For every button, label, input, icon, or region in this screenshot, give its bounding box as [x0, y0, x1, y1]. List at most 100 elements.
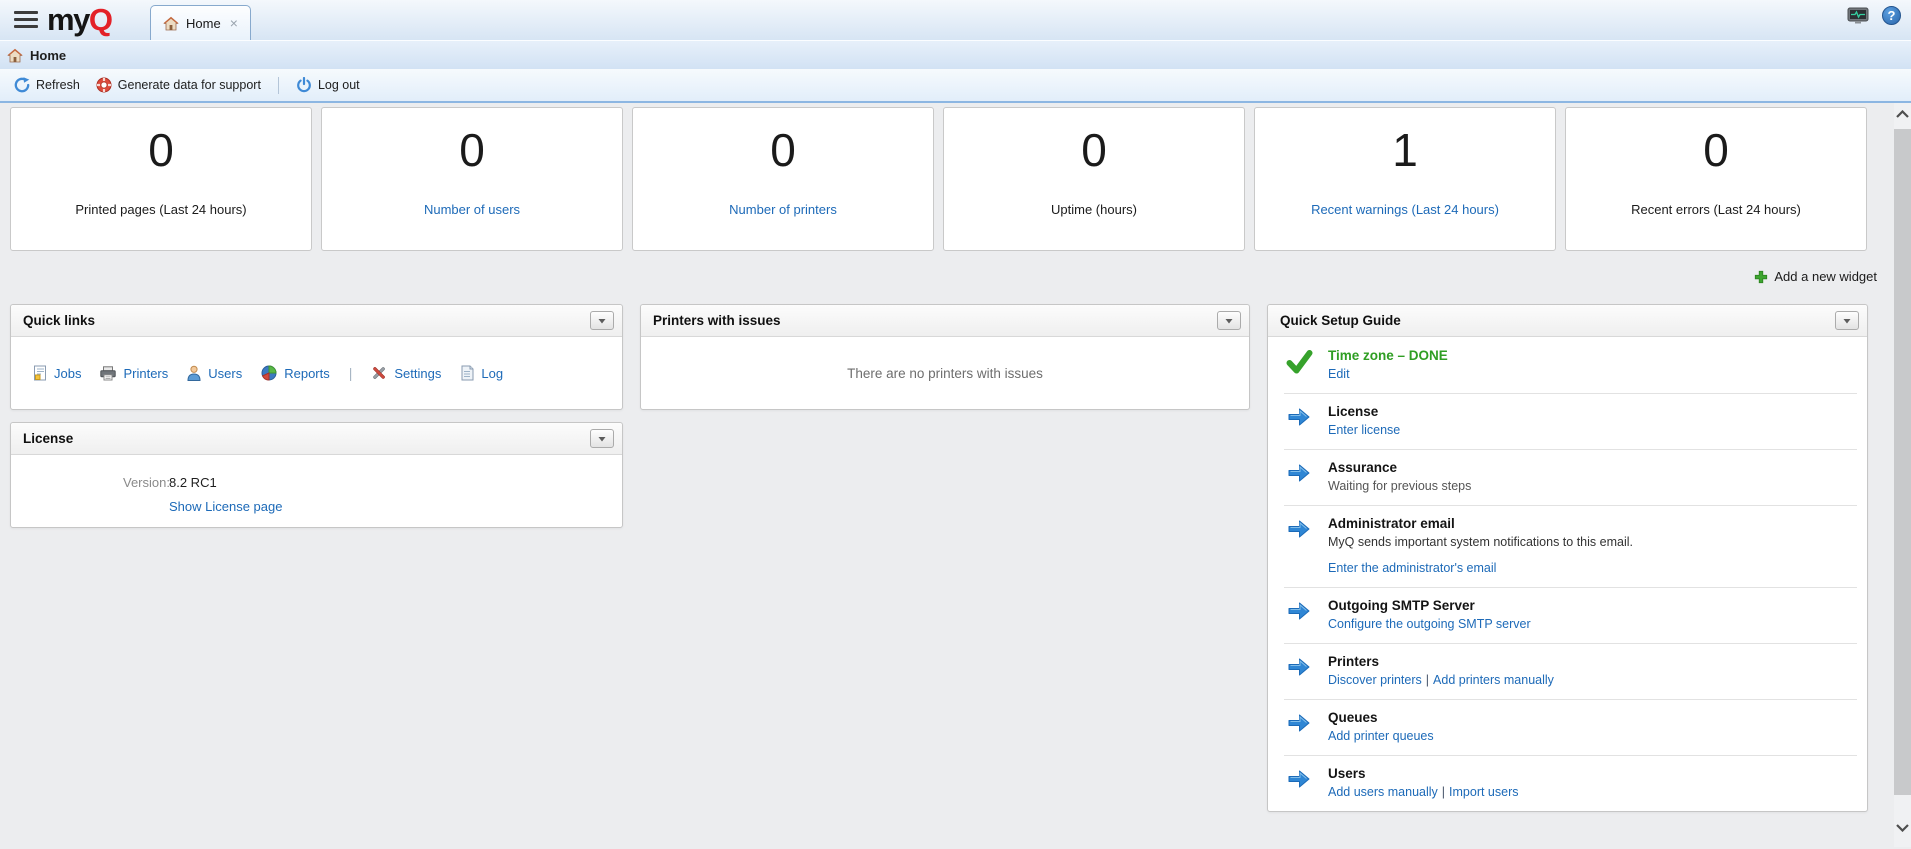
setup-step-admin-email: Administrator email MyQ sends important … — [1268, 505, 1867, 587]
setup-step-queues: Queues Add printer queues — [1268, 699, 1867, 755]
widget-menu-button[interactable] — [1217, 311, 1241, 330]
stat-card-uptime: 0 Uptime (hours) — [943, 107, 1245, 251]
arrow-icon — [1284, 406, 1314, 439]
stat-card-printed-pages: 0 Printed pages (Last 24 hours) — [10, 107, 312, 251]
printers-with-issues-widget: Printers with issues There are no printe… — [640, 304, 1250, 410]
show-license-page-link[interactable]: Show License page — [169, 499, 282, 514]
power-icon — [296, 77, 312, 93]
quick-link-label: Users — [208, 366, 242, 381]
quick-link-settings[interactable]: Settings — [371, 365, 441, 381]
dashboard-content: 0 Printed pages (Last 24 hours) 0 Number… — [0, 103, 1911, 847]
setup-step-note: Waiting for previous steps — [1328, 478, 1471, 495]
scroll-down-icon[interactable] — [1894, 824, 1911, 832]
logout-button[interactable]: Log out — [288, 73, 368, 97]
setup-step-time-zone: Time zone – DONE Edit — [1268, 337, 1867, 393]
discover-printers-link[interactable]: Discover printers — [1328, 673, 1422, 687]
setup-step-assurance: Assurance Waiting for previous steps — [1268, 449, 1867, 505]
myq-logo: myQ — [47, 1, 111, 39]
stat-link[interactable]: Number of users — [424, 202, 520, 217]
refresh-label: Refresh — [36, 78, 80, 92]
configure-smtp-link[interactable]: Configure the outgoing SMTP server — [1328, 617, 1531, 631]
widget-menu-button[interactable] — [590, 429, 614, 448]
setup-step-description: MyQ sends important system notifications… — [1328, 534, 1633, 551]
tab-close-icon[interactable]: × — [228, 15, 240, 31]
arrow-icon — [1284, 600, 1314, 633]
stat-card-recent-errors: 0 Recent errors (Last 24 hours) — [1565, 107, 1867, 251]
help-icon[interactable]: ? — [1882, 6, 1901, 25]
tab-home[interactable]: Home × — [150, 5, 251, 40]
edit-timezone-link[interactable]: Edit — [1328, 367, 1350, 381]
printer-icon — [100, 366, 116, 381]
stat-value: 1 — [1392, 122, 1418, 178]
add-printer-queues-link[interactable]: Add printer queues — [1328, 729, 1434, 743]
add-users-manually-link[interactable]: Add users manually — [1328, 785, 1438, 799]
setup-step-title: Assurance — [1328, 459, 1471, 476]
setup-step-license: License Enter license — [1268, 393, 1867, 449]
version-label: Version: — [123, 475, 170, 490]
setup-step-title: Administrator email — [1328, 515, 1633, 532]
quick-link-reports[interactable]: Reports — [261, 365, 330, 381]
enter-admin-email-link[interactable]: Enter the administrator's email — [1328, 561, 1496, 575]
logo-text-q: Q — [89, 2, 112, 37]
quick-link-printers[interactable]: Printers — [100, 366, 168, 381]
arrow-icon — [1284, 656, 1314, 689]
widgets-row: Quick links Jobs — [0, 304, 1911, 812]
widget-title: License — [23, 431, 73, 446]
quick-links-separator: | — [349, 365, 353, 381]
scrollbar-thumb[interactable] — [1894, 129, 1911, 795]
widget-menu-button[interactable] — [590, 311, 614, 330]
widget-title: Quick Setup Guide — [1280, 313, 1401, 328]
enter-license-link[interactable]: Enter license — [1328, 423, 1400, 437]
license-header: License — [11, 423, 622, 455]
quick-links-body: Jobs Printers — [11, 337, 622, 409]
quick-link-label: Jobs — [54, 366, 81, 381]
printers-with-issues-header: Printers with issues — [641, 305, 1249, 337]
setup-step-title: Outgoing SMTP Server — [1328, 597, 1531, 614]
add-widget-row: Add a new widget — [0, 269, 1911, 284]
generate-support-data-label: Generate data for support — [118, 78, 261, 92]
license-body: Version: 8.2 RC1 Show License page — [11, 455, 622, 527]
empty-state-message: There are no printers with issues — [847, 366, 1043, 381]
quick-link-label: Printers — [123, 366, 168, 381]
home-icon — [163, 16, 179, 31]
stat-link[interactable]: Recent warnings (Last 24 hours) — [1311, 202, 1499, 217]
arrow-icon — [1284, 712, 1314, 745]
system-monitor-icon[interactable] — [1847, 7, 1869, 25]
printers-with-issues-body: There are no printers with issues — [641, 337, 1249, 409]
quick-link-users[interactable]: Users — [187, 365, 242, 381]
logout-label: Log out — [318, 78, 360, 92]
arrow-icon — [1284, 768, 1314, 801]
stats-cards-row: 0 Printed pages (Last 24 hours) 0 Number… — [0, 103, 1911, 251]
refresh-button[interactable]: Refresh — [6, 73, 88, 97]
widget-title: Quick links — [23, 313, 95, 328]
toolbar-separator — [278, 77, 279, 94]
stat-link[interactable]: Number of printers — [729, 202, 837, 217]
setup-step-title: Time zone – DONE — [1328, 347, 1448, 364]
stat-card-recent-warnings: 1 Recent warnings (Last 24 hours) — [1254, 107, 1556, 251]
topbar-right: ? — [1847, 6, 1901, 25]
stat-value: 0 — [148, 122, 174, 178]
breadcrumb: Home — [0, 40, 1911, 69]
quick-link-log[interactable]: Log — [460, 365, 503, 381]
widget-title: Printers with issues — [653, 313, 781, 328]
add-printers-manually-link[interactable]: Add printers manually — [1433, 673, 1554, 687]
stat-label: Printed pages (Last 24 hours) — [75, 202, 246, 217]
widgets-column-middle: Printers with issues There are no printe… — [640, 304, 1250, 410]
vertical-scrollbar[interactable] — [1894, 103, 1911, 847]
stat-value: 0 — [1703, 122, 1729, 178]
quick-link-jobs[interactable]: Jobs — [33, 365, 81, 381]
stat-value: 0 — [1081, 122, 1107, 178]
widget-menu-button[interactable] — [1835, 311, 1859, 330]
widgets-column-right: Quick Setup Guide Time zone – DONE Edit — [1267, 304, 1868, 812]
add-widget-label: Add a new widget — [1774, 269, 1877, 284]
import-users-link[interactable]: Import users — [1449, 785, 1518, 799]
add-widget-button[interactable]: Add a new widget — [1754, 269, 1877, 284]
refresh-icon — [14, 77, 30, 93]
check-icon — [1284, 350, 1314, 383]
page-title: Home — [30, 48, 66, 63]
log-icon — [460, 365, 474, 381]
generate-support-data-button[interactable]: Generate data for support — [88, 73, 269, 97]
license-widget: License Version: 8.2 RC1 Show License pa… — [10, 422, 623, 528]
menu-icon[interactable] — [14, 11, 40, 32]
scroll-up-icon[interactable] — [1894, 110, 1911, 118]
